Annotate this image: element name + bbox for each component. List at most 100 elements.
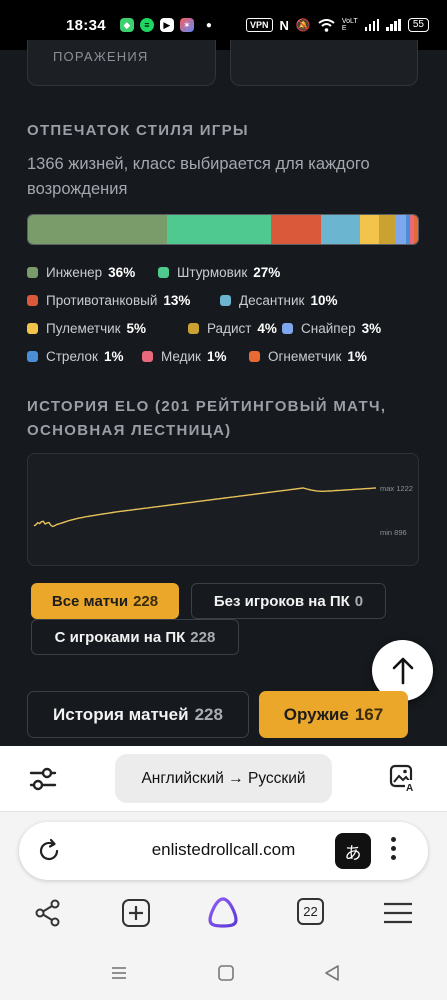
translation-bar: Английский → Русский A xyxy=(0,746,447,812)
elo-title: ИСТОРИЯ ELO (201 РЕЙТИНГОВЫЙ МАТЧ, ОСНОВ… xyxy=(27,398,387,439)
legend-swatch xyxy=(27,266,38,278)
class-segment xyxy=(360,215,380,244)
vpn-indicator: VPN xyxy=(246,18,273,32)
legend-class-name: Штурмовик xyxy=(177,264,248,280)
browser-toolbar: 22 xyxy=(0,892,447,940)
wifi-icon xyxy=(318,18,335,32)
losses-label: ПОРАЖЕНИЯ xyxy=(53,49,149,64)
legend-item: Радист 4% xyxy=(188,321,282,336)
filter-with-pc[interactable]: С игроками на ПК 228 xyxy=(31,619,239,655)
legend-item: Медик 1% xyxy=(142,349,249,364)
class-segment xyxy=(28,215,167,244)
legend-item: Противотанковый 13% xyxy=(27,293,220,308)
class-segment xyxy=(321,215,361,244)
elo-chart-canvas: max 1222 min 896 xyxy=(33,484,413,537)
legend-class-pct: 4% xyxy=(257,320,277,336)
class-segment xyxy=(167,215,272,244)
legend-class-pct: 1% xyxy=(206,348,227,364)
tab-weapons-label: Оружие xyxy=(283,704,349,724)
tabs-counter-button[interactable]: 22 xyxy=(297,898,324,925)
legend-swatch xyxy=(158,266,169,278)
legend-item: Десантник 10% xyxy=(220,293,337,308)
class-distribution-bar xyxy=(27,214,419,245)
legend-swatch xyxy=(142,350,153,362)
elo-chart: max 1222 min 896 xyxy=(27,453,419,566)
legend-swatch xyxy=(27,322,38,334)
legend-row: Пулеметчик 5% Радист 4% Снайпер 3% xyxy=(27,314,427,342)
legend-class-name: Стрелок xyxy=(46,348,98,364)
shield-app-icon: ◆ xyxy=(119,18,134,32)
battery-indicator: 55 xyxy=(407,18,429,32)
legend-swatch xyxy=(220,294,231,306)
filter-all-matches[interactable]: Все матчи 228 xyxy=(31,583,179,619)
legend-class-pct: 13% xyxy=(163,292,191,308)
browser-bottom-panel: enlistedrollcall.com あ 22 xyxy=(0,812,447,952)
playstyle-title: ОТПЕЧАТОК СТИЛЯ ИГРЫ xyxy=(27,122,249,139)
share-icon[interactable] xyxy=(33,898,63,928)
legend-row: Стрелок 1% Медик 1% Огнеметчик 1% xyxy=(27,342,427,370)
photos-app-icon: ✶ xyxy=(179,18,194,32)
spotify-icon: ≡ xyxy=(139,18,154,32)
new-tab-icon[interactable] xyxy=(121,898,151,928)
legend-row: Противотанковый 13% Десантник 10% xyxy=(27,286,427,314)
youtube-icon: ▶ xyxy=(159,18,174,32)
notification-dot-icon: ● xyxy=(205,19,212,31)
nfc-icon: N xyxy=(279,17,289,33)
legend-class-pct: 27% xyxy=(253,264,281,280)
image-translate-icon[interactable]: A xyxy=(388,763,418,793)
volte-indicator: VoLTE xyxy=(341,18,358,32)
translation-direction-button[interactable]: Английский → Русский xyxy=(115,754,332,803)
filter-no-pc[interactable]: Без игроков на ПК 0 xyxy=(191,583,386,619)
legend-swatch xyxy=(188,322,199,334)
filter-all-label: Все матчи xyxy=(51,592,129,610)
legend-swatch xyxy=(27,294,38,306)
legend-item: Инженер 36% xyxy=(27,265,158,280)
signal-icon xyxy=(364,19,380,31)
legend-class-name: Радист xyxy=(207,320,252,336)
more-menu-icon[interactable] xyxy=(391,837,396,860)
address-bar[interactable]: enlistedrollcall.com あ xyxy=(19,822,428,880)
svg-text:A: A xyxy=(406,783,413,793)
class-segment xyxy=(379,215,395,244)
legend-class-name: Пулеметчик xyxy=(46,320,121,336)
sliders-icon[interactable] xyxy=(28,764,58,794)
legend-class-pct: 1% xyxy=(347,348,367,364)
legend-class-name: Снайпер xyxy=(301,320,356,336)
stats-card xyxy=(230,40,418,86)
tab-match-history[interactable]: История матчей 228 xyxy=(27,691,249,738)
filter-no-pc-label: Без игроков на ПК xyxy=(213,592,350,610)
legend-item: Снайпер 3% xyxy=(282,321,381,336)
filter-with-pc-label: С игроками на ПК xyxy=(54,628,186,646)
legend-class-name: Противотанковый xyxy=(46,292,158,308)
legend-class-name: Десантник xyxy=(239,292,305,308)
alice-assistant-icon[interactable] xyxy=(206,895,240,929)
legend-row: Инженер 36% Штурмовик 27% xyxy=(27,258,427,286)
elo-min-label: min 896 xyxy=(380,528,407,537)
arrow-up-icon xyxy=(392,657,413,684)
hamburger-menu-icon[interactable] xyxy=(382,898,414,928)
legend-swatch xyxy=(249,350,260,362)
legend-class-pct: 1% xyxy=(103,348,124,364)
legend-class-pct: 36% xyxy=(108,264,136,280)
home-icon[interactable] xyxy=(217,964,235,982)
legend-class-name: Медик xyxy=(161,348,201,364)
system-nav-bar xyxy=(0,952,447,1000)
back-icon[interactable] xyxy=(323,964,341,982)
tab-weapons[interactable]: Оружие 167 xyxy=(259,691,408,738)
tab-match-history-count: 228 xyxy=(194,704,223,724)
legend-item: Стрелок 1% xyxy=(27,349,142,364)
elo-max-label: max 1222 xyxy=(380,484,413,493)
elo-line xyxy=(33,487,377,528)
translate-page-button[interactable]: あ xyxy=(335,833,371,869)
class-segment xyxy=(414,215,418,244)
losses-card: ПОРАЖЕНИЯ xyxy=(27,40,216,86)
recents-icon[interactable] xyxy=(110,964,128,982)
class-segment xyxy=(271,215,322,244)
signal-2-icon xyxy=(386,19,401,31)
status-time: 18:34 xyxy=(66,16,106,34)
legend-class-pct: 3% xyxy=(361,320,382,336)
class-segment xyxy=(394,215,407,244)
legend-item: Пулеметчик 5% xyxy=(27,321,188,336)
playstyle-subtitle: 1366 жизней, класс выбирается для каждог… xyxy=(27,155,370,198)
filter-no-pc-count: 0 xyxy=(354,592,364,610)
